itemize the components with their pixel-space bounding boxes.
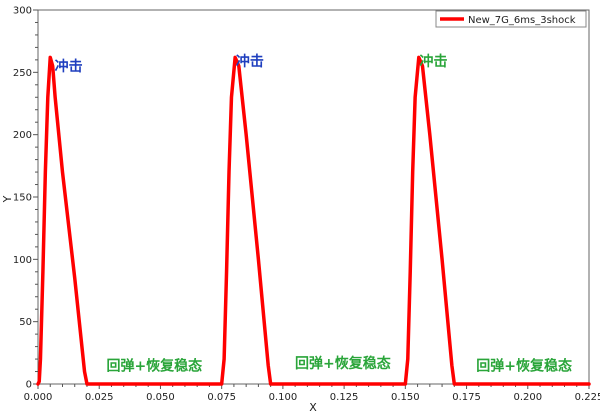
annotation-label: 回弹+恢复稳态 (106, 357, 202, 374)
x-tick-label: 0.175 (452, 392, 481, 403)
y-axis: 0 50 100 150 200 250 300 (13, 6, 38, 391)
y-tick-label: 200 (13, 130, 32, 141)
x-tick-label: 0.025 (85, 392, 114, 403)
y-axis-title: Y (1, 195, 14, 203)
legend: New_7G_6ms_3shock (435, 10, 587, 28)
x-tick-label: 0.125 (330, 392, 359, 403)
y-tick-label: 50 (19, 317, 32, 328)
x-tick-label: 0.225 (575, 392, 600, 403)
x-tick-label: 0.100 (269, 392, 298, 403)
plot-frame (37, 9, 590, 385)
x-tick-label: 0.075 (207, 392, 236, 403)
y-tick-label: 100 (13, 255, 32, 266)
y-tick-label: 300 (13, 6, 32, 17)
annotation-label: 回弹+恢复稳态 (476, 357, 572, 374)
y-tick-label: 150 (13, 193, 32, 204)
x-tick-label: 0.000 (24, 392, 53, 403)
annotation-label: 冲击 (55, 58, 83, 75)
x-axis-title: X (309, 401, 317, 414)
annotation-label: 冲击 (419, 53, 447, 70)
plot-area (38, 10, 589, 384)
annotation-label: 冲击 (236, 53, 264, 70)
legend-label: New_7G_6ms_3shock (468, 15, 576, 26)
x-tick-label: 0.200 (513, 392, 542, 403)
y-tick-label: 250 (13, 68, 32, 79)
x-tick-label: 0.150 (391, 392, 420, 403)
annotation-label: 回弹+恢复稳态 (295, 355, 391, 372)
x-tick-label: 0.050 (146, 392, 175, 403)
chart: 0.000 0.025 0.050 0.075 0.100 0.125 0.150 0.175… (1, 6, 600, 415)
y-tick-label: 0 (26, 380, 32, 391)
